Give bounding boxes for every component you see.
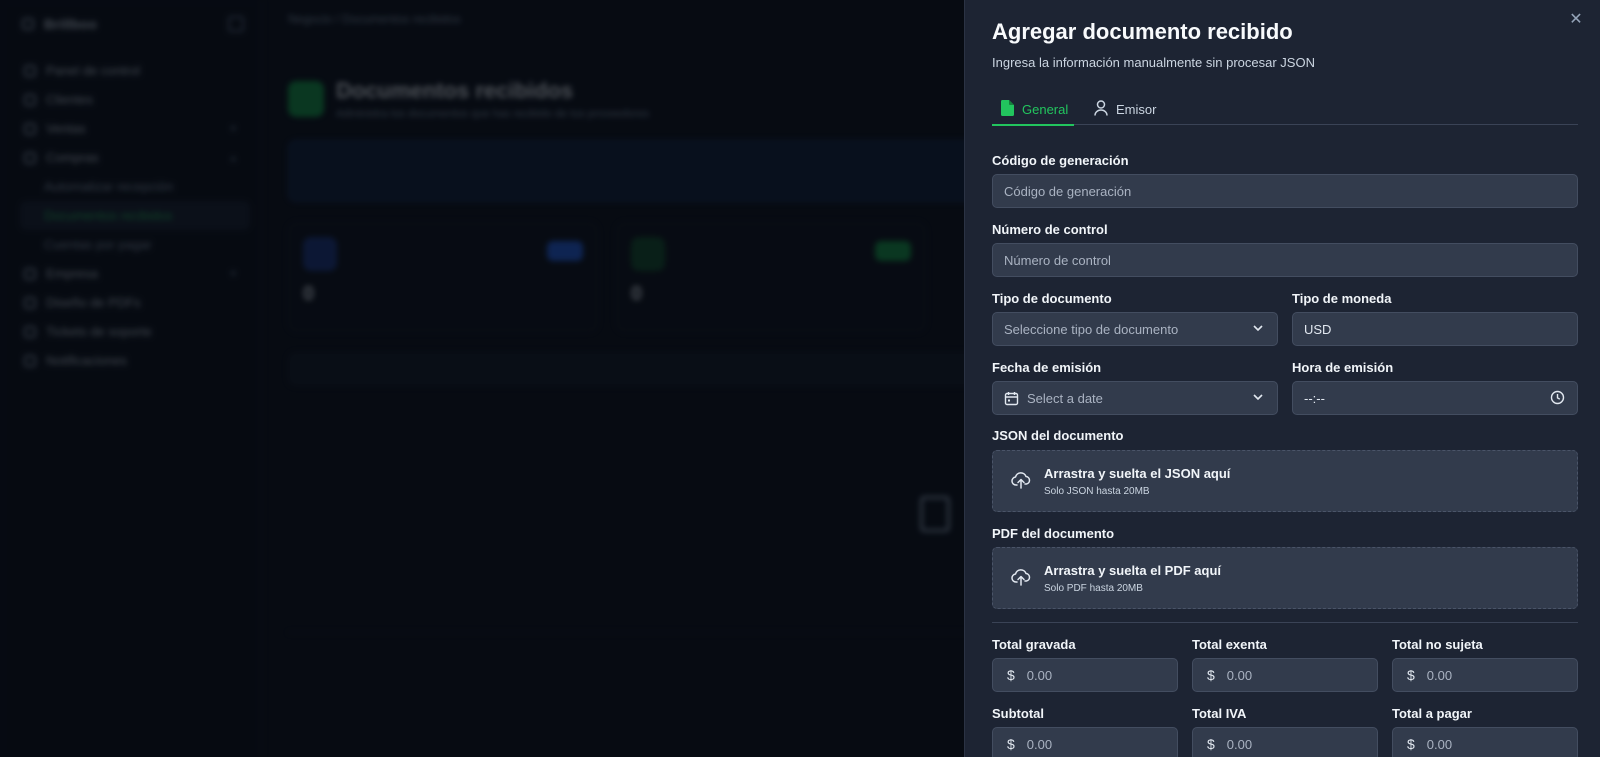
dollar-icon: $: [1407, 736, 1415, 752]
drawer-title: Agregar documento recibido: [992, 19, 1293, 44]
total-gravada-label: Total gravada: [992, 637, 1076, 652]
pdf-documento-label: PDF del documento: [992, 526, 1115, 541]
dollar-icon: $: [1207, 736, 1215, 752]
subtotal-label: Subtotal: [992, 706, 1044, 721]
total-a-pagar-placeholder: 0.00: [1426, 736, 1453, 752]
tipo-moneda-label: Tipo de moneda: [1292, 291, 1392, 306]
clock-icon[interactable]: [1550, 390, 1565, 405]
chevron-down-icon: [1251, 390, 1265, 407]
total-exenta-input[interactable]: $ 0.00: [1192, 658, 1378, 692]
json-dropzone-hint: Solo JSON hasta 20MB: [1044, 486, 1150, 497]
total-no-sujeta-placeholder: 0.00: [1426, 667, 1453, 683]
user-icon: [1094, 100, 1108, 119]
total-no-sujeta-input[interactable]: $ 0.00: [1392, 658, 1578, 692]
total-exenta-placeholder: 0.00: [1226, 667, 1253, 683]
hora-emision-label: Hora de emisión: [1292, 360, 1394, 375]
total-gravada-placeholder: 0.00: [1026, 667, 1053, 683]
drawer-subtitle: Ingresa la información manualmente sin p…: [992, 55, 1315, 70]
dollar-icon: $: [1007, 736, 1015, 752]
codigo-generacion-label: Código de generación: [992, 153, 1129, 168]
total-gravada-input[interactable]: $ 0.00: [992, 658, 1178, 692]
close-icon: ✕: [1569, 11, 1583, 28]
dollar-icon: $: [1407, 667, 1415, 683]
pdf-dropzone-hint: Solo PDF hasta 20MB: [1044, 583, 1143, 594]
upload-cloud-icon: [1011, 471, 1031, 489]
add-document-drawer: ✕ Agregar documento recibido Ingresa la …: [964, 0, 1600, 757]
tipo-moneda-input[interactable]: USD: [1292, 312, 1578, 346]
total-iva-input[interactable]: $ 0.00: [1192, 727, 1378, 757]
pdf-dropzone-title: Arrastra y suelta el PDF aquí: [1044, 563, 1222, 578]
tab-general[interactable]: General: [991, 94, 1075, 126]
subtotal-placeholder: 0.00: [1026, 736, 1053, 752]
total-exenta-label: Total exenta: [1192, 637, 1267, 652]
json-dropzone[interactable]: Arrastra y suelta el JSON aquí Solo JSON…: [992, 450, 1578, 512]
numero-control-placeholder: Número de control: [1004, 252, 1111, 268]
dollar-icon: $: [1207, 667, 1215, 683]
codigo-generacion-placeholder: Código de generación: [1004, 183, 1132, 199]
tab-emisor[interactable]: Emisor: [1094, 94, 1156, 125]
fecha-emision-placeholder: Select a date: [1027, 390, 1103, 406]
calendar-icon: [1004, 391, 1019, 406]
total-iva-label: Total IVA: [1192, 706, 1247, 721]
dollar-icon: $: [1007, 667, 1015, 683]
tipo-documento-select[interactable]: Seleccione tipo de documento: [992, 312, 1278, 346]
numero-control-label: Número de control: [992, 222, 1108, 237]
hora-emision-input[interactable]: --:--: [1292, 381, 1578, 415]
section-divider: [992, 622, 1578, 623]
tipo-documento-label: Tipo de documento: [992, 291, 1112, 306]
codigo-generacion-input[interactable]: Código de generación: [992, 174, 1578, 208]
json-documento-label: JSON del documento: [992, 428, 1124, 443]
total-iva-placeholder: 0.00: [1226, 736, 1253, 752]
fecha-emision-label: Fecha de emisión: [992, 360, 1102, 375]
numero-control-input[interactable]: Número de control: [992, 243, 1578, 277]
total-no-sujeta-label: Total no sujeta: [1392, 637, 1483, 652]
tipo-moneda-value: USD: [1304, 321, 1332, 337]
file-icon: [1000, 100, 1014, 119]
tipo-documento-placeholder: Seleccione tipo de documento: [1004, 321, 1179, 337]
tab-bar: General Emisor: [991, 94, 1578, 126]
hora-emision-placeholder: --:--: [1304, 390, 1325, 406]
pdf-dropzone[interactable]: Arrastra y suelta el PDF aquí Solo PDF h…: [992, 547, 1578, 609]
close-button[interactable]: ✕: [1566, 10, 1586, 30]
total-a-pagar-label: Total a pagar: [1392, 706, 1472, 721]
subtotal-input[interactable]: $ 0.00: [992, 727, 1178, 757]
tab-label: General: [1022, 102, 1069, 117]
chevron-down-icon: [1251, 321, 1265, 338]
json-dropzone-title: Arrastra y suelta el JSON aquí: [1044, 466, 1231, 481]
fecha-emision-picker[interactable]: Select a date: [992, 381, 1278, 415]
tab-label: Emisor: [1116, 102, 1157, 117]
upload-cloud-icon: [1011, 568, 1031, 586]
total-a-pagar-input[interactable]: $ 0.00: [1392, 727, 1578, 757]
